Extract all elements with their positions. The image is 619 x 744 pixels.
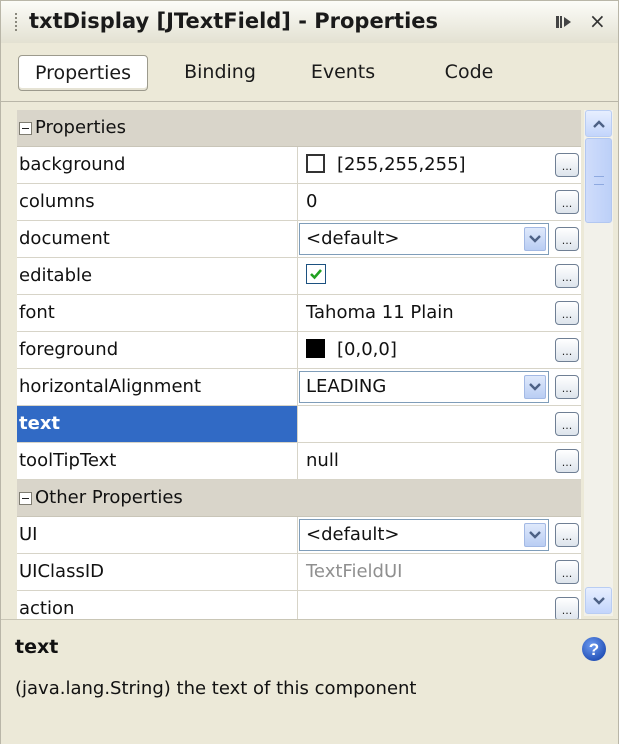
property-name: foreground	[19, 339, 119, 360]
chevron-down-icon	[593, 597, 605, 605]
column-divider	[297, 332, 298, 368]
window-title: txtDisplay [JTextField] - Properties	[29, 9, 439, 33]
chevron-down-icon[interactable]	[524, 227, 546, 251]
property-row-editable[interactable]: editable ...	[17, 258, 581, 295]
combo-value: <default>	[306, 228, 400, 249]
ellipsis-button[interactable]: ...	[555, 338, 579, 362]
property-row-ui-class-id[interactable]: UIClassID TextFieldUI ...	[17, 554, 581, 591]
vertical-scrollbar[interactable]	[584, 110, 613, 616]
svg-text:?: ?	[589, 640, 599, 659]
property-value[interactable]: [255,255,255]	[306, 147, 466, 183]
thumb-grip	[594, 176, 604, 185]
ellipsis-button[interactable]: ...	[555, 227, 579, 251]
ellipsis-button[interactable]: ...	[555, 412, 579, 436]
alignment-combo-box[interactable]: LEADING	[299, 371, 549, 403]
property-value: TextFieldUI	[306, 561, 403, 582]
property-row-document[interactable]: document <default> ...	[17, 221, 581, 258]
property-row-horizontal-alignment[interactable]: horizontalAlignment LEADING ...	[17, 369, 581, 406]
color-value: [0,0,0]	[337, 339, 397, 360]
close-icon[interactable]: ×	[589, 10, 606, 32]
property-row-font[interactable]: font Tahoma 11 Plain ...	[17, 295, 581, 332]
color-value: [255,255,255]	[337, 154, 466, 175]
property-name: document	[19, 228, 110, 249]
column-divider	[297, 147, 298, 183]
property-name: toolTipText	[19, 450, 117, 471]
tab-events[interactable]: Events	[295, 55, 391, 89]
column-divider	[297, 517, 298, 553]
column-divider	[297, 295, 298, 331]
scroll-down-button[interactable]	[585, 587, 612, 614]
property-row-background[interactable]: background [255,255,255] ...	[17, 147, 581, 184]
column-divider	[297, 184, 298, 220]
category-label: Other Properties	[35, 487, 183, 508]
category-header: Properties	[19, 110, 295, 146]
ellipsis-button[interactable]: ...	[555, 523, 579, 547]
chevron-down-icon[interactable]	[524, 375, 546, 399]
description-pane: text (java.lang.String) the text of this…	[1, 619, 618, 744]
property-row-foreground[interactable]: foreground [0,0,0] ...	[17, 332, 581, 369]
column-divider	[297, 221, 298, 257]
collapse-icon[interactable]	[19, 492, 32, 505]
help-icon[interactable]: ?	[581, 636, 607, 662]
property-row-ui[interactable]: UI <default> ...	[17, 517, 581, 554]
property-value[interactable]: 0	[306, 184, 317, 220]
property-row-text[interactable]: text ...	[17, 406, 581, 443]
ellipsis-button[interactable]: ...	[555, 597, 579, 621]
column-divider	[297, 258, 298, 294]
chevron-down-icon[interactable]	[524, 523, 546, 547]
editable-checkbox[interactable]	[306, 264, 326, 284]
ellipsis-button[interactable]: ...	[555, 560, 579, 584]
combo-value: <default>	[306, 524, 400, 545]
property-name: editable	[19, 265, 93, 286]
category-properties[interactable]: Properties	[17, 110, 581, 147]
drag-grip[interactable]	[15, 13, 20, 31]
property-name: UIClassID	[19, 561, 105, 582]
properties-window: txtDisplay [JTextField] - Properties × P…	[0, 0, 619, 744]
column-divider	[297, 554, 298, 590]
ellipsis-button[interactable]: ...	[555, 449, 579, 473]
collapse-icon[interactable]	[19, 122, 32, 135]
chevron-up-icon	[593, 120, 605, 128]
scroll-thumb[interactable]	[585, 138, 612, 223]
property-value[interactable]: Tahoma 11 Plain	[306, 295, 454, 331]
pin-icon[interactable]	[555, 14, 573, 30]
ellipsis-button[interactable]: ...	[555, 153, 579, 177]
combo-value: LEADING	[306, 376, 387, 397]
document-combo-box[interactable]: <default>	[299, 223, 549, 255]
column-divider	[297, 443, 298, 479]
ellipsis-button[interactable]: ...	[555, 301, 579, 325]
ui-combo-box[interactable]: <default>	[299, 519, 549, 551]
ellipsis-button[interactable]: ...	[555, 190, 579, 214]
tab-code[interactable]: Code	[424, 55, 514, 89]
property-name: UI	[19, 524, 38, 545]
property-name: background	[19, 154, 126, 175]
ellipsis-button[interactable]: ...	[555, 264, 579, 288]
category-label: Properties	[35, 117, 126, 138]
property-row-tooltip-text[interactable]: toolTipText null ...	[17, 443, 581, 480]
description-text: (java.lang.String) the text of this comp…	[15, 678, 417, 699]
ellipsis-button[interactable]: ...	[555, 375, 579, 399]
description-title: text	[15, 636, 59, 658]
property-value[interactable]: [0,0,0]	[306, 332, 397, 368]
category-header: Other Properties	[19, 480, 295, 516]
column-divider	[297, 369, 298, 405]
property-value[interactable]	[306, 258, 326, 294]
property-value[interactable]: null	[306, 443, 339, 479]
property-name: horizontalAlignment	[19, 376, 202, 397]
column-divider	[297, 406, 298, 442]
color-swatch-icon	[306, 338, 325, 358]
property-row-columns[interactable]: columns 0 ...	[17, 184, 581, 221]
tab-binding[interactable]: Binding	[165, 55, 275, 89]
scroll-up-button[interactable]	[585, 110, 612, 137]
property-name: columns	[19, 191, 95, 212]
tab-strip: Properties Binding Events Code	[1, 43, 618, 102]
property-name: text	[17, 406, 297, 442]
tab-properties[interactable]: Properties	[18, 55, 148, 91]
title-bar[interactable]: txtDisplay [JTextField] - Properties ×	[1, 1, 618, 44]
property-name: font	[19, 302, 55, 323]
color-swatch-icon	[306, 153, 325, 173]
category-other-properties[interactable]: Other Properties	[17, 480, 581, 517]
